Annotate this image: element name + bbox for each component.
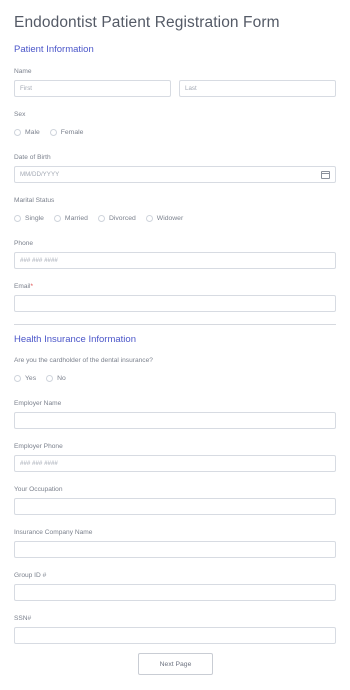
radio-circle-icon[interactable] xyxy=(145,214,153,222)
cardholder-question-label: Are you the cardholder of the dental ins… xyxy=(14,357,153,364)
last-name-input[interactable]: Last xyxy=(179,80,336,97)
ssn-label: SSN# xyxy=(14,615,32,622)
group-id-input[interactable] xyxy=(14,584,336,601)
group-id-label: Group ID # xyxy=(14,572,47,579)
sex-option-female[interactable]: Female xyxy=(49,128,84,136)
insurance-company-label: Insurance Company Name xyxy=(14,529,93,536)
occupation-label: Your Occupation xyxy=(14,486,63,493)
radio-label: Female xyxy=(60,128,84,136)
radio-circle-icon[interactable] xyxy=(14,214,21,222)
marital-option-married[interactable]: Married xyxy=(53,214,88,222)
phone-placeholder: ### ### #### xyxy=(20,257,58,264)
employer-phone-input[interactable]: ### ### #### xyxy=(14,455,336,472)
email-input[interactable] xyxy=(14,295,336,312)
phone-input[interactable]: ### ### #### xyxy=(14,252,336,269)
radio-label: Married xyxy=(64,214,88,222)
occupation-input[interactable] xyxy=(14,498,336,515)
phone-label: Phone xyxy=(14,240,34,247)
form-title: Endodontist Patient Registration Form xyxy=(14,14,280,31)
radio-circle-icon[interactable] xyxy=(97,214,105,222)
required-asterisk: * xyxy=(30,283,34,290)
first-name-input[interactable]: First xyxy=(14,80,171,97)
date-of-birth-input[interactable]: MM/DD/YYYY xyxy=(14,166,336,183)
section-divider xyxy=(14,324,336,325)
insurance-company-input[interactable] xyxy=(14,541,336,558)
radio-label: Single xyxy=(25,214,44,222)
sex-radio-group: Male Female xyxy=(14,127,93,137)
marital-option-widower[interactable]: Widower xyxy=(145,214,184,222)
marital-status-radio-group: Single Married Divorced Widower xyxy=(14,213,193,223)
radio-circle-icon[interactable] xyxy=(49,128,57,136)
date-of-birth-label: Date of Birth xyxy=(14,154,51,161)
radio-circle-icon[interactable] xyxy=(14,374,21,382)
employer-name-label: Employer Name xyxy=(14,400,62,407)
radio-label: Yes xyxy=(25,374,37,382)
email-label-text: Email xyxy=(14,283,31,290)
last-name-placeholder: Last xyxy=(185,85,197,92)
radio-circle-icon[interactable] xyxy=(53,214,61,222)
radio-label: Widower xyxy=(156,214,184,222)
employer-name-input[interactable] xyxy=(14,412,336,429)
radio-circle-icon[interactable] xyxy=(14,128,21,136)
date-of-birth-placeholder: MM/DD/YYYY xyxy=(20,171,60,178)
cardholder-option-no[interactable]: No xyxy=(46,374,66,382)
ssn-input[interactable] xyxy=(14,627,336,644)
radio-label: No xyxy=(57,374,66,382)
next-page-button[interactable]: Next Page xyxy=(138,653,213,675)
radio-circle-icon[interactable] xyxy=(46,374,54,382)
radio-label: Male xyxy=(25,128,40,136)
marital-option-divorced[interactable]: Divorced xyxy=(97,214,136,222)
sex-label: Sex xyxy=(14,111,26,118)
employer-phone-placeholder: ### ### #### xyxy=(20,460,58,467)
employer-phone-label: Employer Phone xyxy=(14,443,63,450)
first-name-placeholder: First xyxy=(20,85,33,92)
calendar-icon[interactable] xyxy=(321,171,330,179)
marital-option-single[interactable]: Single xyxy=(14,214,44,222)
name-label: Name xyxy=(14,68,32,75)
radio-label: Divorced xyxy=(108,214,136,222)
email-label: Email* xyxy=(14,283,33,290)
section-title-patient-information: Patient Information xyxy=(14,44,94,55)
cardholder-radio-group: Yes No xyxy=(14,373,76,383)
sex-option-male[interactable]: Male xyxy=(14,128,40,136)
cardholder-option-yes[interactable]: Yes xyxy=(14,374,37,382)
section-title-health-insurance: Health Insurance Information xyxy=(14,334,136,345)
marital-status-label: Marital Status xyxy=(14,197,55,204)
registration-form: Endodontist Patient Registration Form Pa… xyxy=(0,0,350,690)
